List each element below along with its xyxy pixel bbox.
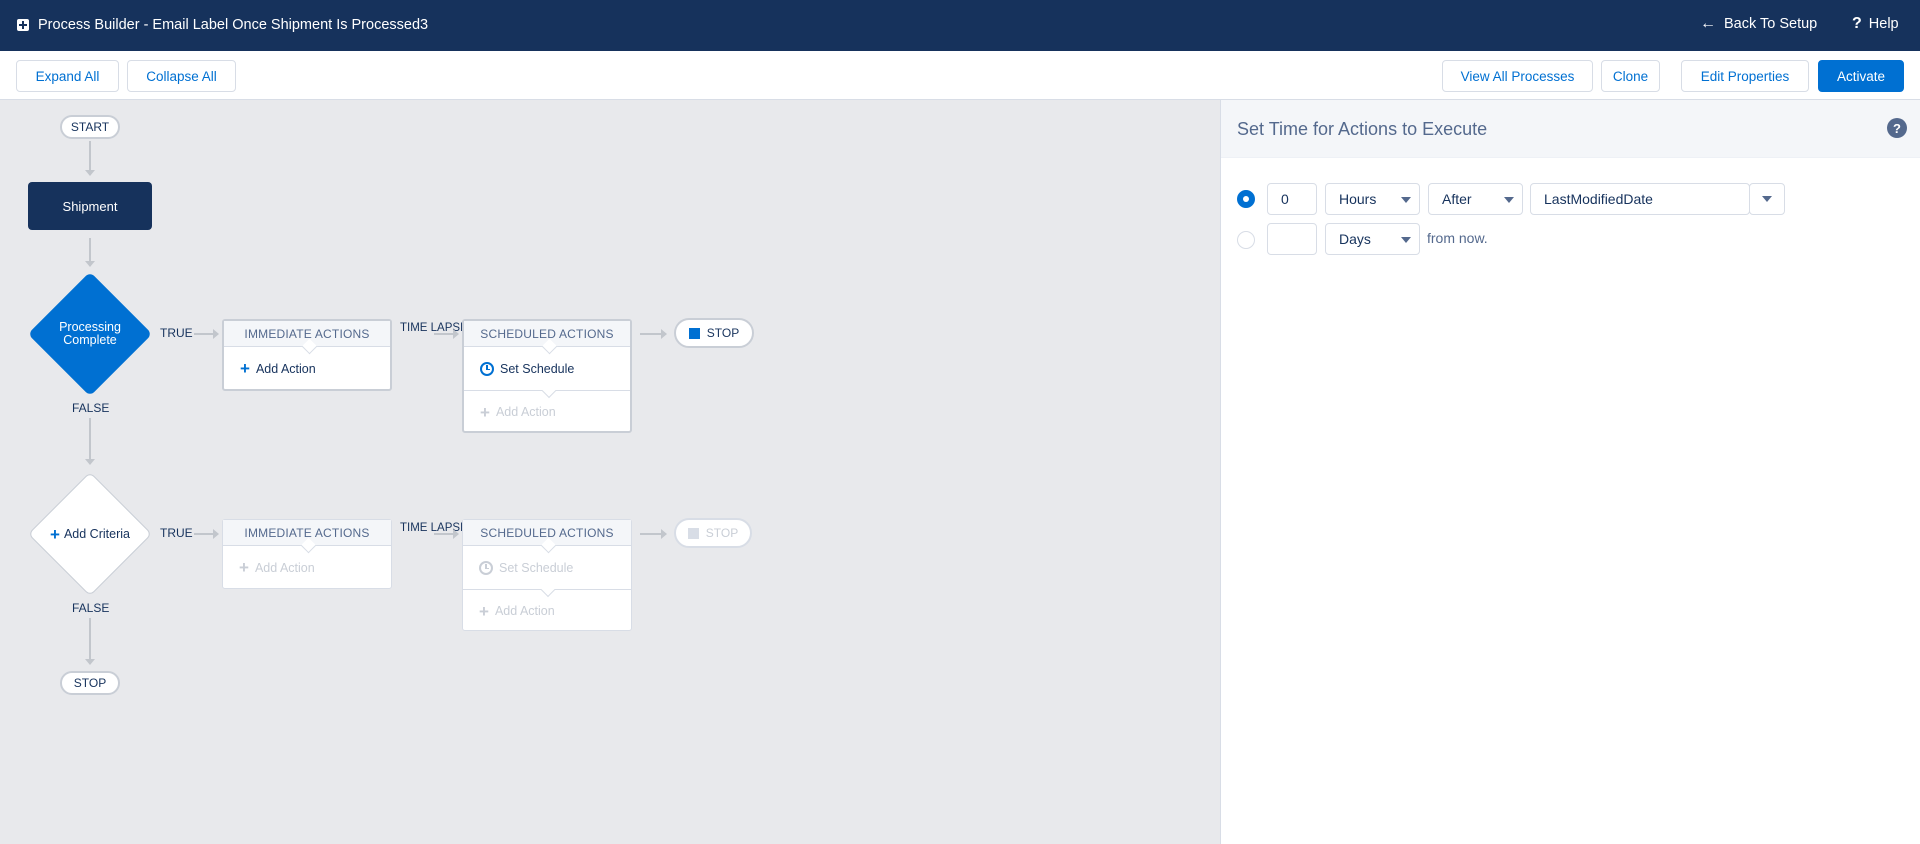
clock-icon xyxy=(480,361,494,376)
back-to-setup-label: Back To Setup xyxy=(1724,16,1818,32)
immediate-actions-box: IMMEDIATE ACTIONS + Add Action xyxy=(222,319,392,391)
set-schedule-label: Set Schedule xyxy=(500,361,575,376)
date-field-input[interactable]: LastModifiedDate xyxy=(1530,183,1750,215)
chevron-down-icon xyxy=(1762,196,1772,202)
connector xyxy=(434,329,459,339)
connector xyxy=(85,238,95,267)
chevron-down-icon xyxy=(1401,237,1411,243)
view-all-processes-button[interactable]: View All Processes xyxy=(1442,60,1593,92)
toolbar: Expand All Collapse All View All Process… xyxy=(0,51,1920,100)
add-action-button[interactable]: + Add Action xyxy=(224,347,390,390)
false-label: FALSE xyxy=(72,401,110,415)
properties-panel: Set Time for Actions to Execute ? 0 Hour… xyxy=(1220,100,1920,844)
plus-icon: + xyxy=(480,402,490,422)
stop-square-icon xyxy=(688,327,700,339)
time-unit-select[interactable]: Hours xyxy=(1325,183,1420,215)
set-schedule-button[interactable]: Set Schedule xyxy=(464,347,630,399)
plus-icon: + xyxy=(239,558,249,577)
connector xyxy=(85,618,95,665)
add-action-label: Add Action xyxy=(495,405,556,419)
stop-label: STOP xyxy=(706,326,740,340)
back-to-setup-link[interactable]: ← Back To Setup xyxy=(1700,15,1818,33)
connector xyxy=(640,329,667,339)
question-icon[interactable]: ? xyxy=(1887,118,1907,138)
add-criteria-button[interactable]: + Add Criteria xyxy=(40,510,140,558)
days-value-input[interactable] xyxy=(1267,223,1317,255)
connector xyxy=(640,529,667,539)
plus-icon: + xyxy=(240,359,250,378)
days-unit-select[interactable]: Days xyxy=(1325,223,1420,255)
stop-node-disabled: STOP xyxy=(674,518,752,548)
end-stop-node: STOP xyxy=(60,671,120,695)
panel-header: Set Time for Actions to Execute ? xyxy=(1221,100,1920,158)
add-criteria-label: Add Criteria xyxy=(63,526,130,541)
plus-icon: + xyxy=(50,524,60,544)
immediate-actions-header: IMMEDIATE ACTIONS xyxy=(224,321,390,347)
expand-all-button[interactable]: Expand All xyxy=(16,60,119,92)
time-value-input[interactable]: 0 xyxy=(1267,183,1317,215)
page-title: Process Builder - Email Label Once Shipm… xyxy=(38,17,429,33)
schedule-radio-relative[interactable] xyxy=(1237,190,1255,208)
criteria-label[interactable]: Processing Complete xyxy=(40,304,140,364)
process-canvas: START Shipment Processing Complete TRUE … xyxy=(0,100,1220,844)
panel-title: Set Time for Actions to Execute xyxy=(1237,119,1488,139)
connector xyxy=(194,329,219,339)
set-schedule-button-disabled: Set Schedule xyxy=(463,546,631,598)
activate-button[interactable]: Activate xyxy=(1818,60,1904,92)
add-action-button-disabled: + Add Action xyxy=(223,546,391,589)
chevron-down-icon xyxy=(1401,197,1411,203)
chevron-down-icon xyxy=(1504,197,1514,203)
add-action-label: Add Action xyxy=(255,361,316,376)
true-label: TRUE xyxy=(160,526,193,540)
stop-label: STOP xyxy=(705,526,739,540)
from-now-label: from now. xyxy=(1427,230,1488,246)
connector xyxy=(434,529,459,539)
connector xyxy=(85,418,95,465)
stop-square-icon xyxy=(687,527,699,539)
start-node: START xyxy=(60,115,120,139)
object-node[interactable]: Shipment xyxy=(28,182,152,230)
false-label: FALSE xyxy=(72,601,110,615)
collapse-all-button[interactable]: Collapse All xyxy=(127,60,236,92)
scheduled-actions-header: SCHEDULED ACTIONS xyxy=(464,321,630,347)
help-link[interactable]: ? Help xyxy=(1852,15,1899,33)
process-builder-icon xyxy=(17,19,29,31)
arrow-left-icon: ← xyxy=(1700,15,1716,32)
add-action-label: Add Action xyxy=(254,560,315,575)
clone-button[interactable]: Clone xyxy=(1601,60,1660,92)
app-header: Process Builder - Email Label Once Shipm… xyxy=(0,0,1920,51)
immediate-actions-box-disabled: IMMEDIATE ACTIONS + Add Action xyxy=(222,519,392,589)
connector xyxy=(194,529,219,539)
plus-icon: + xyxy=(479,601,489,621)
date-field-dropdown[interactable] xyxy=(1749,183,1785,215)
relation-select[interactable]: After xyxy=(1428,183,1523,215)
scheduled-actions-header: SCHEDULED ACTIONS xyxy=(463,520,631,546)
add-action-label: Add Action xyxy=(494,604,555,618)
scheduled-actions-box: SCHEDULED ACTIONS Set Schedule + Add Act… xyxy=(462,319,632,433)
edit-properties-button[interactable]: Edit Properties xyxy=(1681,60,1809,92)
stop-node: STOP xyxy=(674,318,754,348)
help-label: Help xyxy=(1868,16,1899,32)
set-schedule-label: Set Schedule xyxy=(499,560,574,575)
question-icon: ? xyxy=(1852,15,1862,32)
connector xyxy=(85,141,95,176)
true-label: TRUE xyxy=(160,326,193,340)
schedule-radio-from-now[interactable] xyxy=(1237,231,1255,249)
scheduled-actions-box-disabled: SCHEDULED ACTIONS Set Schedule + Add Act… xyxy=(462,519,632,631)
clock-icon xyxy=(479,560,493,575)
immediate-actions-header: IMMEDIATE ACTIONS xyxy=(223,520,391,546)
